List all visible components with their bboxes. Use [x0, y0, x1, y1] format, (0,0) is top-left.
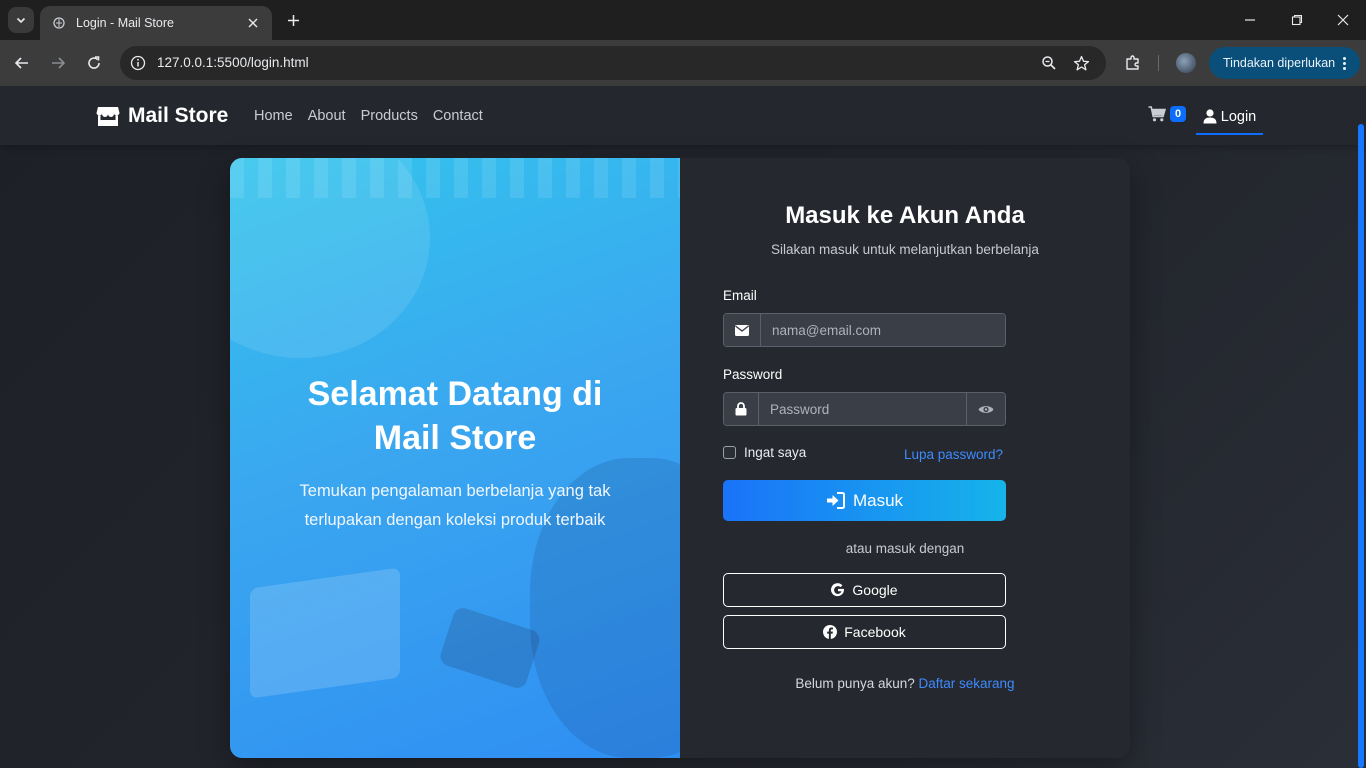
google-login-button[interactable]: Google [723, 573, 1006, 607]
cart-count-badge: 0 [1170, 106, 1187, 122]
new-tab-button[interactable] [282, 9, 304, 31]
browser-tab[interactable]: Login - Mail Store [40, 6, 272, 40]
nav-login-link[interactable]: Login [1196, 100, 1263, 135]
browser-tab-bar: Login - Mail Store [0, 0, 1366, 40]
toggle-password-visibility-button[interactable] [966, 393, 1005, 425]
hero-decor-box [250, 567, 400, 699]
chevron-down-icon [16, 17, 26, 24]
tab-close-icon[interactable] [244, 14, 262, 32]
minimize-icon [1245, 19, 1255, 21]
nav-link-contact[interactable]: Contact [433, 108, 483, 124]
register-link[interactable]: Daftar sekarang [919, 676, 1015, 691]
password-input[interactable] [759, 393, 966, 425]
restore-button[interactable] [1285, 8, 1309, 32]
reload-button[interactable] [82, 51, 106, 75]
google-icon [831, 583, 845, 597]
action-required-label: Tindakan diperlukan [1223, 56, 1336, 70]
url-text: 127.0.0.1:5500/login.html [157, 55, 309, 70]
remember-me-label: Ingat saya [744, 445, 807, 460]
toolbar-separator [1158, 55, 1159, 71]
profile-avatar[interactable] [1176, 53, 1196, 73]
register-prompt: Belum punya akun? Daftar sekarang [680, 676, 1130, 691]
remember-me: Ingat saya [723, 445, 806, 460]
page-scrollbar[interactable] [1358, 124, 1364, 768]
forward-button[interactable] [46, 51, 70, 75]
google-login-label: Google [852, 582, 898, 598]
bookmark-star-icon[interactable] [1072, 54, 1090, 72]
hero-decor-stripes [230, 158, 680, 198]
email-input[interactable] [761, 314, 1005, 346]
login-form: Masuk ke Akun Anda Silakan masuk untuk m… [680, 158, 1130, 758]
password-label: Password [723, 367, 783, 382]
hero-title: Selamat Datang di Mail Store [307, 375, 603, 457]
form-subtitle: Silakan masuk untuk melanjutkan berbelan… [771, 242, 1039, 257]
email-label: Email [723, 288, 757, 303]
restore-icon [1291, 14, 1303, 26]
social-divider: atau masuk dengan [845, 541, 965, 556]
shopping-cart-icon [1148, 106, 1166, 122]
cart-link[interactable]: 0 [1148, 106, 1187, 122]
more-vertical-icon [1343, 56, 1347, 70]
user-icon [1203, 109, 1217, 124]
arrow-right-icon [52, 57, 66, 69]
reload-icon [88, 56, 100, 69]
extensions-icon[interactable] [1122, 52, 1144, 74]
store-icon [96, 107, 120, 126]
facebook-icon [823, 625, 838, 639]
hero-subtitle: Temukan pengalaman berbelanja yang tak t… [299, 482, 611, 529]
envelope-icon [724, 314, 761, 346]
sign-in-icon [826, 492, 845, 509]
facebook-login-label: Facebook [844, 624, 906, 640]
register-question: Belum punya akun? [795, 676, 915, 691]
lock-icon [724, 393, 759, 425]
nav-link-home[interactable]: Home [254, 108, 293, 124]
nav-login-label: Login [1220, 108, 1257, 125]
hero-content: Selamat Datang di Mail Store Temukan pen… [230, 372, 680, 535]
eye-icon [978, 405, 994, 413]
minimize-button[interactable] [1238, 8, 1262, 32]
main-nav: Home About Products Contact [254, 108, 483, 124]
address-bar[interactable]: 127.0.0.1:5500/login.html [120, 46, 1106, 80]
tab-search-button[interactable] [8, 7, 34, 33]
login-submit-button[interactable]: Masuk [723, 480, 1006, 521]
email-input-group [723, 313, 1006, 347]
page-content: Mail Store Home About Products Contact 0… [0, 86, 1366, 768]
login-submit-label: Masuk [852, 490, 904, 510]
password-input-group [723, 392, 1006, 426]
brand-name: Mail Store [128, 104, 229, 127]
facebook-login-button[interactable]: Facebook [723, 615, 1006, 649]
close-icon [1337, 14, 1349, 26]
remember-me-checkbox[interactable] [723, 446, 736, 459]
login-card: Selamat Datang di Mail Store Temukan pen… [230, 158, 1130, 758]
hero-decor-phone [437, 605, 543, 691]
nav-link-about[interactable]: About [308, 108, 346, 124]
arrow-left-icon [14, 57, 28, 69]
nav-link-products[interactable]: Products [361, 108, 418, 124]
form-title: Masuk ke Akun Anda [785, 202, 1025, 229]
site-navbar: Mail Store Home About Products Contact 0… [0, 86, 1366, 145]
plus-icon [287, 14, 299, 26]
action-required-button[interactable]: Tindakan diperlukan [1209, 47, 1360, 79]
browser-toolbar: 127.0.0.1:5500/login.html Tindakan diper… [0, 40, 1366, 86]
site-info-icon[interactable] [129, 54, 147, 72]
hero-panel: Selamat Datang di Mail Store Temukan pen… [230, 158, 680, 758]
back-button[interactable] [10, 51, 34, 75]
tab-title: Login - Mail Store [76, 16, 174, 30]
favicon-icon [52, 16, 66, 30]
close-window-button[interactable] [1331, 8, 1355, 32]
brand-link[interactable]: Mail Store [96, 104, 228, 128]
zoom-icon[interactable] [1040, 54, 1058, 72]
forgot-password-link[interactable]: Lupa password? [904, 447, 1003, 462]
